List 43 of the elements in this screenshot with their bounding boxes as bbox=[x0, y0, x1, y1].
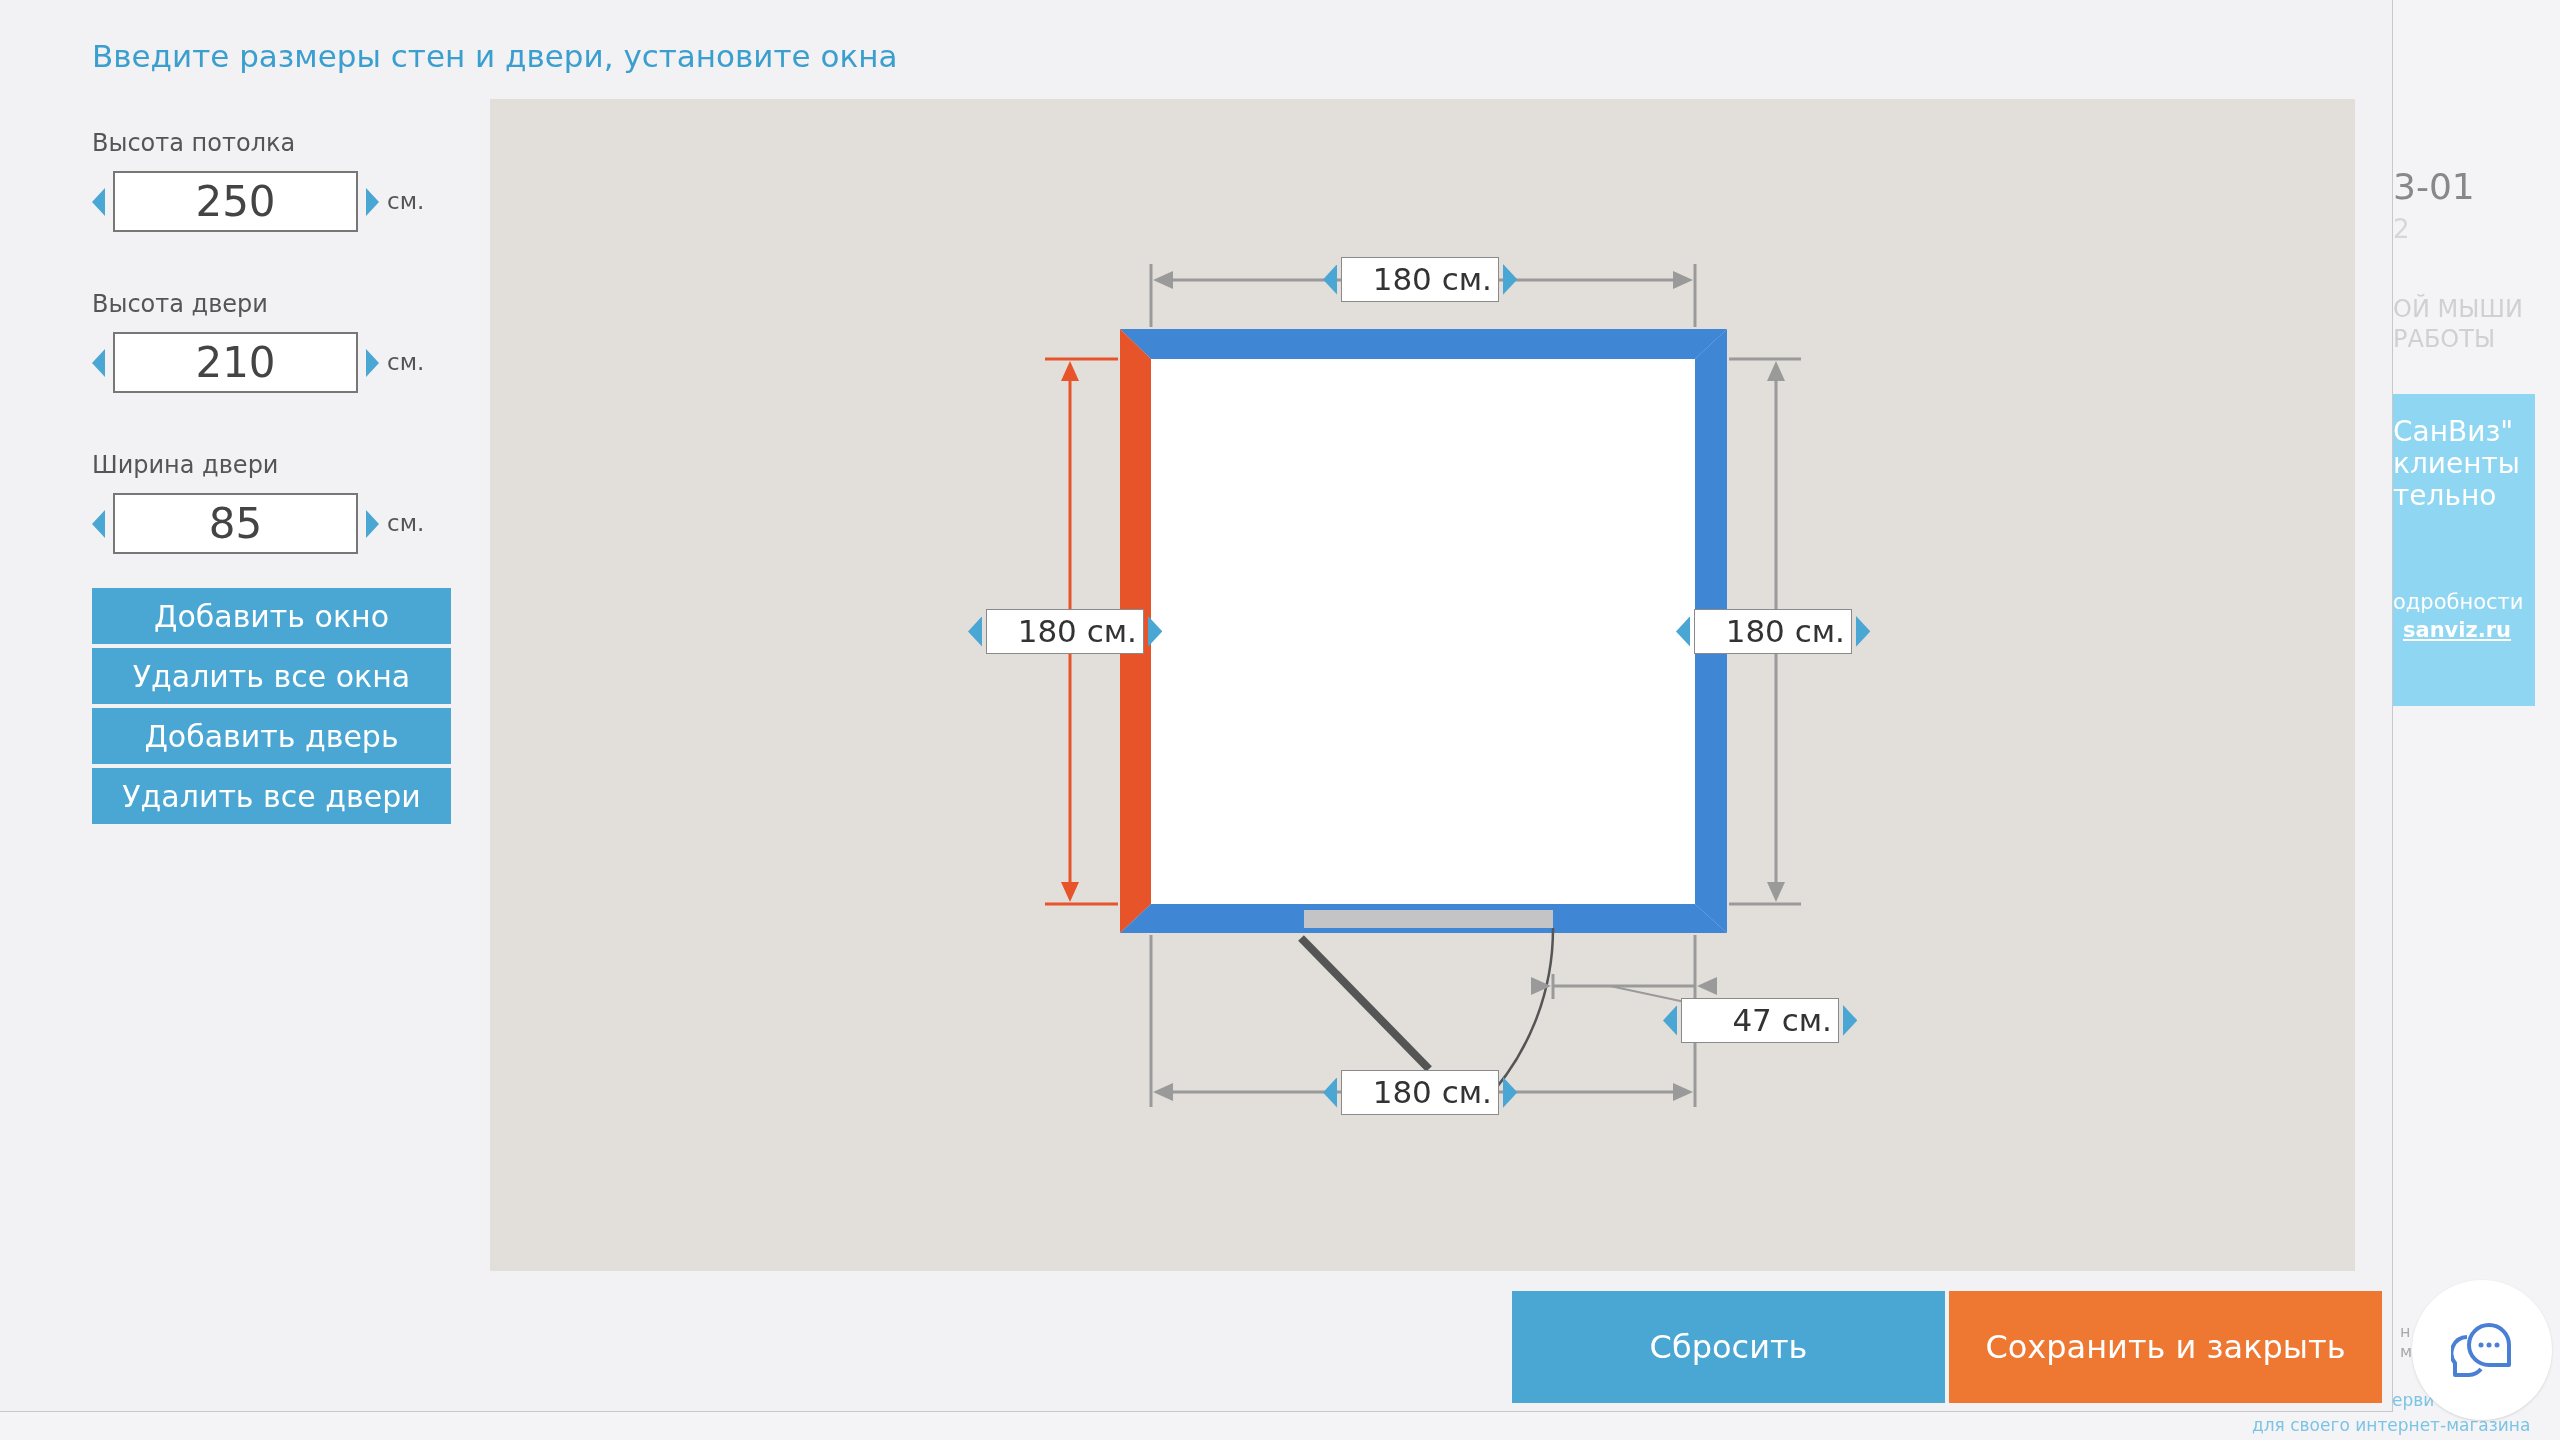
dimension-field[interactable]: 180 см. bbox=[1693, 609, 1852, 654]
increase-arrow-icon[interactable] bbox=[1502, 1077, 1518, 1108]
decrease-arrow-icon[interactable] bbox=[1322, 264, 1337, 295]
dialog-title: Введите размеры стен и двери, установите окна bbox=[92, 37, 899, 76]
unit-label: см. bbox=[387, 348, 425, 378]
increase-arrow-icon[interactable] bbox=[366, 509, 379, 538]
order-code: 3-01 bbox=[2393, 165, 2476, 209]
banner-text: СанВиз" bbox=[2393, 416, 2515, 448]
decrease-arrow-icon[interactable] bbox=[967, 616, 982, 647]
increase-arrow-icon[interactable] bbox=[366, 348, 379, 377]
dimension-field[interactable]: 47 см. bbox=[1680, 998, 1839, 1043]
field-label: Высота потолка bbox=[92, 129, 297, 157]
background-text: н bbox=[2400, 1322, 2412, 1342]
number-field[interactable]: 85 bbox=[113, 493, 358, 554]
decrease-arrow-icon[interactable] bbox=[1662, 1005, 1677, 1036]
field-label: Ширина двери bbox=[92, 451, 280, 479]
chat-icon bbox=[2451, 1321, 2513, 1379]
footer-caption: для своего интернет-магазина bbox=[2252, 1414, 2531, 1436]
increase-arrow-icon[interactable] bbox=[1502, 264, 1518, 295]
decrease-arrow-icon[interactable] bbox=[1322, 1077, 1337, 1108]
number-field[interactable]: 210 bbox=[113, 332, 358, 393]
banner-text: одробности bbox=[2393, 589, 2525, 616]
decrease-arrow-icon[interactable] bbox=[92, 187, 105, 216]
unit-label: см. bbox=[387, 187, 425, 217]
dimension-field[interactable]: 180 см. bbox=[985, 609, 1144, 654]
increase-arrow-icon[interactable] bbox=[1147, 616, 1163, 647]
decrease-arrow-icon[interactable] bbox=[92, 348, 105, 377]
extension-line bbox=[1149, 264, 1153, 327]
decrease-arrow-icon[interactable] bbox=[1675, 616, 1690, 647]
background-text: м bbox=[2400, 1342, 2413, 1362]
extension-line bbox=[1551, 974, 1555, 999]
dimension-field[interactable]: 180 см. bbox=[1340, 257, 1499, 302]
banner-text: клиенты bbox=[2393, 448, 2521, 480]
number-field[interactable]: 250 bbox=[113, 171, 358, 232]
increase-arrow-icon[interactable] bbox=[366, 187, 379, 216]
extension-line bbox=[1693, 264, 1697, 327]
banner-text: тельно bbox=[2393, 480, 2498, 512]
unit-label: см. bbox=[387, 509, 425, 539]
dimension-field[interactable]: 180 см. bbox=[1340, 1070, 1499, 1115]
field-label: Высота двери bbox=[92, 290, 269, 318]
increase-arrow-icon[interactable] bbox=[1842, 1005, 1858, 1036]
decrease-arrow-icon[interactable] bbox=[92, 509, 105, 538]
increase-arrow-icon[interactable] bbox=[1855, 616, 1871, 647]
